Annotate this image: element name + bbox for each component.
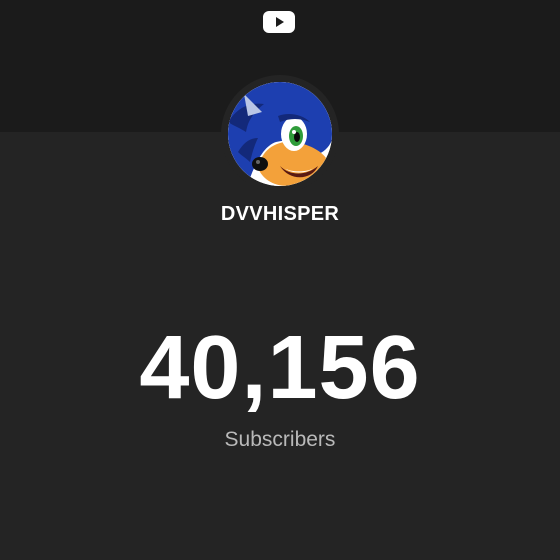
subscriber-count: 40,156 bbox=[139, 318, 421, 418]
youtube-play-icon[interactable] bbox=[263, 11, 295, 33]
subscriber-counter-screen: DVVHISPER 40,156 Subscribers bbox=[0, 0, 560, 560]
subscriber-label: Subscribers bbox=[224, 428, 336, 451]
channel-avatar[interactable] bbox=[228, 82, 332, 186]
sonic-hedgehog-avatar bbox=[228, 82, 332, 186]
channel-name[interactable]: DVVHISPER bbox=[0, 203, 560, 226]
